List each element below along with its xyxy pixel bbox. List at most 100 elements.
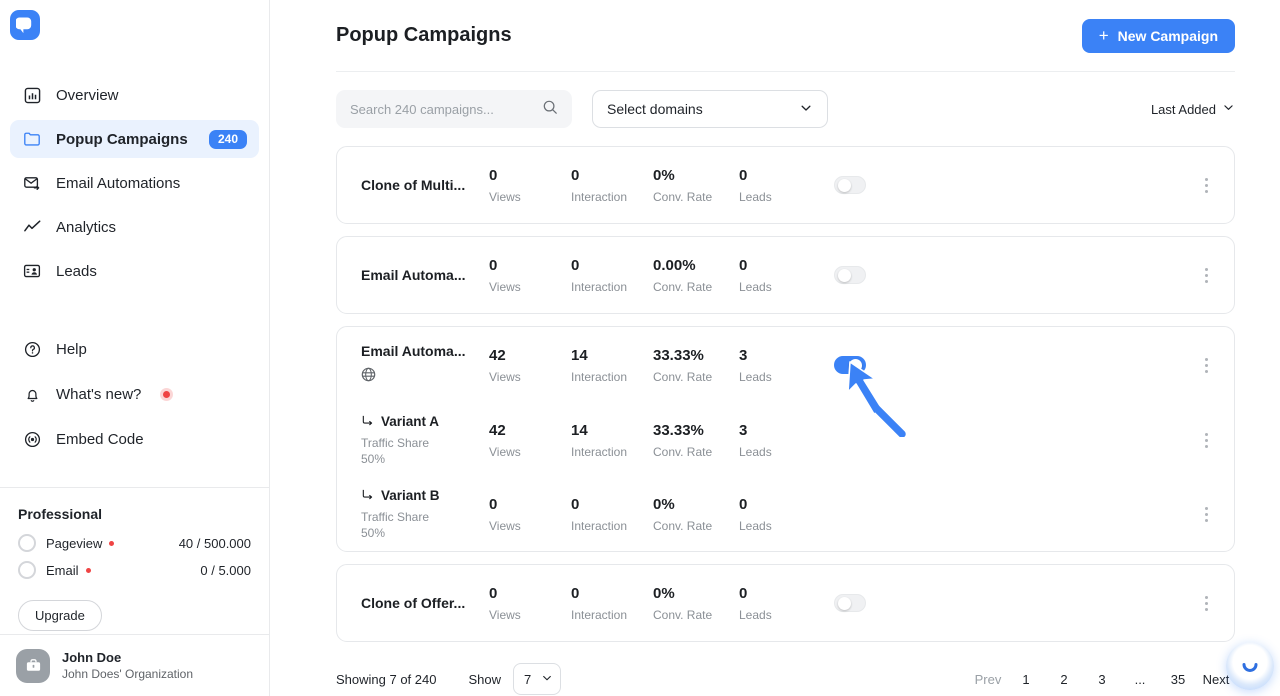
pagination-page-1[interactable]: 1 <box>1007 672 1045 687</box>
row-menu-button[interactable] <box>1196 592 1216 614</box>
stat-value: 0 <box>489 584 498 602</box>
sidebar-item-label: Overview <box>56 86 119 104</box>
sidebar-item-popup-campaigns[interactable]: Popup Campaigns 240 <box>10 120 259 158</box>
sidebar-item-email-automations[interactable]: Email Automations <box>10 164 259 202</box>
sidebar-item-embed-code[interactable]: Embed Code <box>10 420 259 458</box>
globe-icon <box>361 367 489 387</box>
quota-row-email: Email 0 / 5.000 <box>18 561 251 579</box>
search-input[interactable] <box>350 101 542 117</box>
chat-widget-button[interactable] <box>1226 642 1274 690</box>
campaign-row[interactable]: Clone of Multi... 0 Views 0 Interaction … <box>337 147 1234 223</box>
page-title: Popup Campaigns <box>336 24 512 46</box>
search-box[interactable] <box>336 90 572 128</box>
upgrade-button[interactable]: Upgrade <box>18 600 102 631</box>
row-menu-button[interactable] <box>1196 264 1216 286</box>
stat-label: Interaction <box>571 444 628 459</box>
stat-leads: 0 Leads <box>739 495 821 534</box>
toggle-cell <box>821 176 941 194</box>
new-campaign-button[interactable]: + New Campaign <box>1081 18 1235 53</box>
bell-icon <box>22 384 42 404</box>
sidebar-item-label: Leads <box>56 262 97 280</box>
stat-value: 42 <box>489 346 506 364</box>
sidebar-item-label: Email Automations <box>56 174 181 192</box>
domain-select[interactable]: Select domains <box>592 90 828 128</box>
campaign-status-toggle[interactable] <box>834 594 866 612</box>
stat-leads: 3 Leads <box>739 346 821 385</box>
stat-views: 0 Views <box>489 584 571 623</box>
search-icon[interactable] <box>542 99 558 120</box>
stat-views: 42 Views <box>489 421 571 460</box>
campaign-name-col: Email Automa... <box>361 267 489 283</box>
show-label: Show <box>468 671 501 687</box>
branch-arrow-icon <box>361 488 374 504</box>
user-account-section[interactable]: John Doe John Does' Organization <box>0 634 269 696</box>
row-menu-button[interactable] <box>1196 174 1216 196</box>
stat-label: Views <box>489 189 521 204</box>
primary-navigation: Overview Popup Campaigns 240 Email Autom… <box>0 76 269 296</box>
pagination-page-35[interactable]: 35 <box>1159 672 1197 687</box>
campaign-row[interactable]: Email Automa... 42 Views 14 Interaction … <box>337 327 1234 403</box>
stat-value: 0 <box>739 256 748 274</box>
sidebar-item-whats-new[interactable]: What's new? <box>10 375 259 413</box>
stat-label: Views <box>489 444 521 459</box>
sidebar-item-leads[interactable]: Leads <box>10 252 259 290</box>
campaign-status-toggle[interactable] <box>834 176 866 194</box>
variant-traffic-label: Traffic Share <box>361 509 430 524</box>
stat-value: 14 <box>571 346 588 364</box>
pagination: Prev 1 2 3 ... 35 Next <box>969 672 1235 687</box>
variant-row[interactable]: Variant B Traffic Share 50% 0 Views 0 In… <box>337 477 1234 551</box>
stat-views: 0 Views <box>489 166 571 205</box>
stat-label: Conv. Rate <box>653 369 713 384</box>
pagination-page-2[interactable]: 2 <box>1045 672 1083 687</box>
sidebar-item-overview[interactable]: Overview <box>10 76 259 114</box>
stat-conv-rate: 0% Conv. Rate <box>653 584 739 623</box>
app-root: Overview Popup Campaigns 240 Email Autom… <box>0 0 1280 696</box>
stat-value: 3 <box>739 346 748 364</box>
stat-label: Views <box>489 607 521 622</box>
campaign-status-toggle[interactable] <box>834 266 866 284</box>
page-size-select[interactable]: 7 <box>513 663 561 695</box>
popupsmart-logo[interactable] <box>10 10 40 40</box>
campaign-row[interactable]: Clone of Offer... 0 Views 0 Interaction … <box>337 565 1234 641</box>
campaign-status-toggle[interactable] <box>834 356 866 374</box>
campaign-card-with-variants: Email Automa... 42 Views 14 Interaction … <box>336 326 1235 552</box>
stat-conv-rate: 0% Conv. Rate <box>653 495 739 534</box>
variant-row[interactable]: Variant A Traffic Share 50% 42 Views 14 … <box>337 403 1234 477</box>
campaign-row[interactable]: Email Automa... 0 Views 0 Interaction 0.… <box>337 237 1234 313</box>
sidebar-item-label: Embed Code <box>56 430 144 448</box>
stat-value: 14 <box>571 421 588 439</box>
sidebar-item-label: Help <box>56 340 87 358</box>
toggle-cell <box>821 266 941 284</box>
pagination-page-3[interactable]: 3 <box>1083 672 1121 687</box>
campaign-card: Clone of Offer... 0 Views 0 Interaction … <box>336 564 1235 642</box>
stat-label: Conv. Rate <box>653 279 713 294</box>
stat-label: Interaction <box>571 369 628 384</box>
row-menu-button[interactable] <box>1196 429 1216 451</box>
variant-name-wrap: Variant B <box>361 488 489 504</box>
toggle-knob <box>838 179 851 192</box>
pagination-ellipsis: ... <box>1134 671 1146 687</box>
pagination-prev[interactable]: Prev <box>969 672 1007 687</box>
campaign-name-col: Clone of Multi... <box>361 177 489 193</box>
sidebar-item-analytics[interactable]: Analytics <box>10 208 259 246</box>
campaign-name: Clone of Multi... <box>361 177 466 193</box>
quota-alert-dot <box>85 567 91 573</box>
toggle-knob <box>838 269 851 282</box>
variant-traffic-label: Traffic Share <box>361 435 430 450</box>
sidebar-item-label: What's new? <box>56 385 142 403</box>
sort-label: Last Added <box>1150 101 1216 117</box>
sort-dropdown[interactable]: Last Added <box>1151 101 1235 117</box>
stat-value: 0 <box>571 495 580 513</box>
row-menu-button[interactable] <box>1196 503 1216 525</box>
quota-value: 0 / 5.000 <box>200 562 251 578</box>
filters-bar: Select domains Last Added <box>336 72 1235 146</box>
campaign-name: Email Automa... <box>361 267 466 283</box>
stat-label: Conv. Rate <box>653 444 713 459</box>
stat-value: 42 <box>489 421 506 439</box>
sidebar-item-help[interactable]: Help <box>10 330 259 368</box>
campaign-name-col: Email Automa... <box>361 343 489 387</box>
stat-value: 0 <box>739 495 748 513</box>
row-menu-button[interactable] <box>1196 354 1216 376</box>
stat-label: Leads <box>739 279 772 294</box>
sidebar: Overview Popup Campaigns 240 Email Autom… <box>0 0 270 696</box>
